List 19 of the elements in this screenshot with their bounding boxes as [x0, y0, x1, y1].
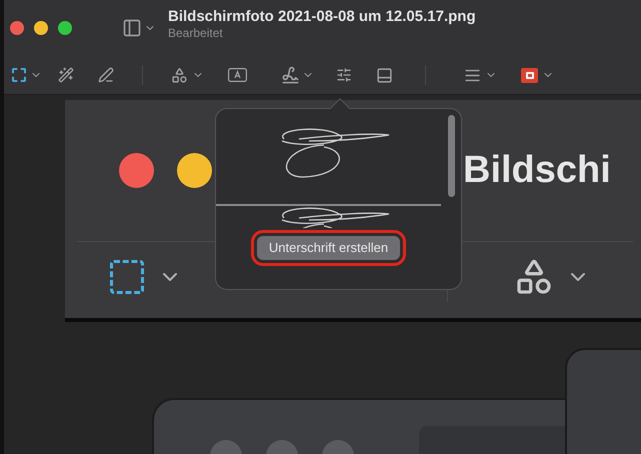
- sliders-icon[interactable]: [336, 67, 352, 83]
- zoom-button[interactable]: [58, 21, 72, 35]
- create-signature-button[interactable]: Unterschrift erstellen: [256, 236, 400, 260]
- signature-icon[interactable]: [281, 66, 300, 84]
- screenshot-title: Bildschi: [463, 148, 611, 193]
- minimize-button[interactable]: [34, 21, 48, 35]
- shapes-icon[interactable]: [171, 66, 188, 84]
- window-title: Bildschirmfoto 2021-08-08 um 12.05.17.png: [168, 8, 476, 26]
- magic-wand-icon[interactable]: [58, 67, 74, 83]
- text-box-icon[interactable]: [228, 68, 247, 82]
- window-icon[interactable]: [376, 66, 393, 84]
- sidebar-icon[interactable]: [122, 18, 142, 38]
- close-button[interactable]: [10, 21, 24, 35]
- selection-icon: [110, 260, 144, 294]
- window-subtitle: Bearbeitet: [168, 26, 224, 40]
- border-color-icon[interactable]: [521, 68, 538, 82]
- selection-icon[interactable]: [12, 68, 26, 82]
- scrollbar-thumb[interactable]: [448, 115, 455, 197]
- pen-icon[interactable]: [98, 67, 114, 83]
